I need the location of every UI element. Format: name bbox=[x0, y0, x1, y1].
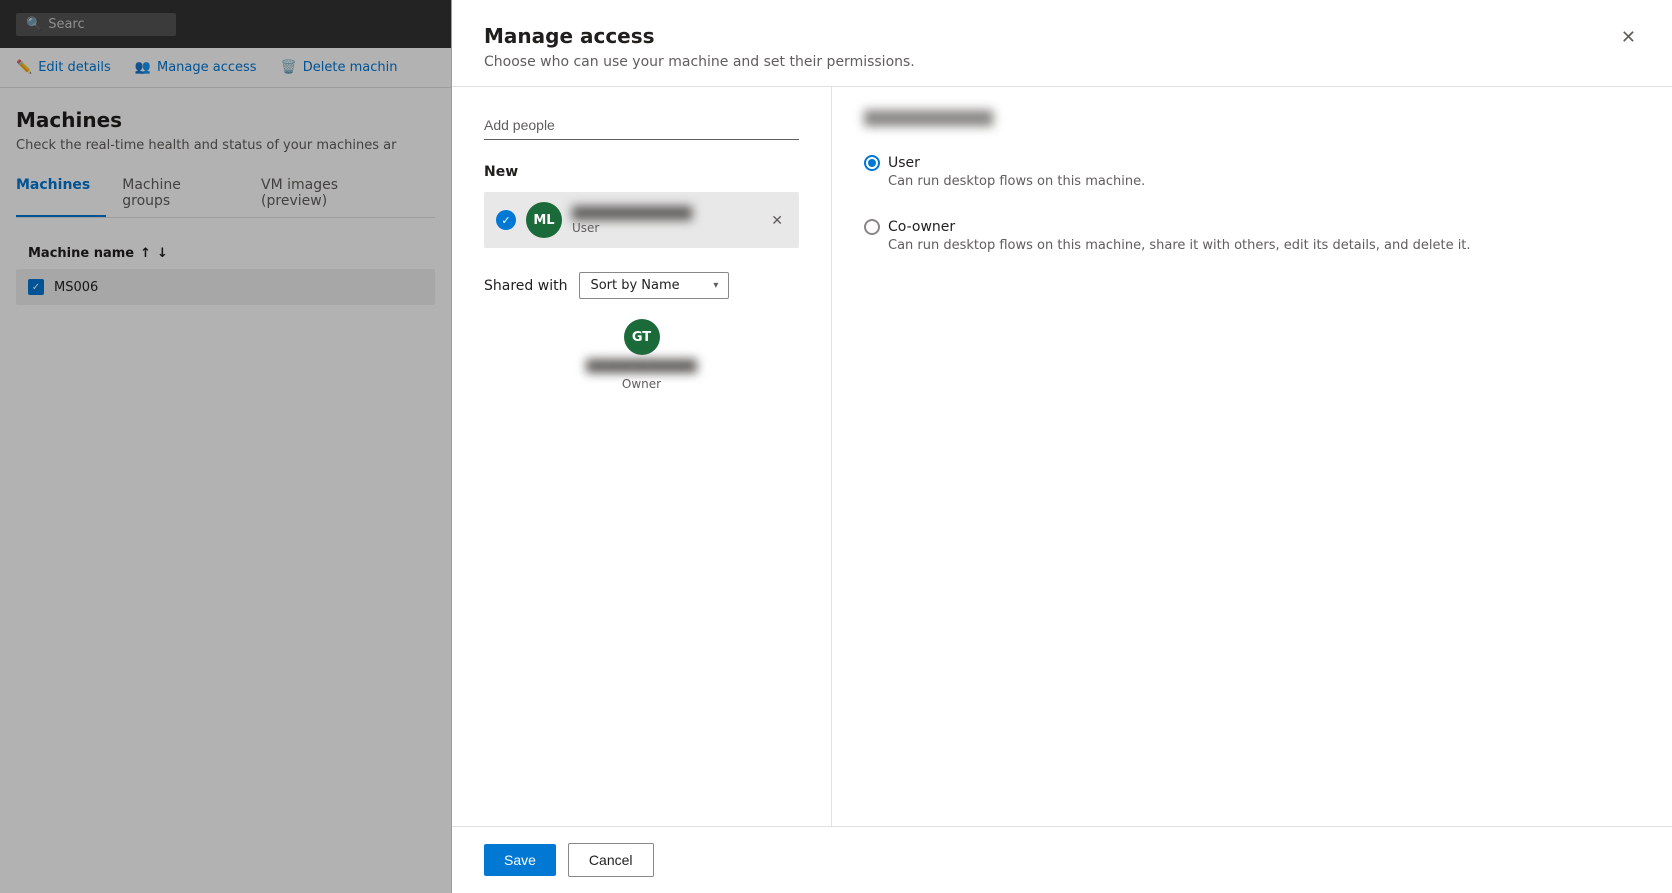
sort-by-dropdown[interactable]: Sort by Name ▾ bbox=[579, 272, 729, 299]
user-email: ████████████ bbox=[572, 206, 757, 221]
dialog-title-group: Manage access Choose who can use your ma… bbox=[484, 24, 915, 70]
dialog-subtitle: Choose who can use your machine and set … bbox=[484, 54, 915, 70]
remove-user-button[interactable]: ✕ bbox=[767, 211, 787, 229]
new-user-list: ✓ ML ████████████ User ✕ bbox=[484, 192, 799, 248]
save-button[interactable]: Save bbox=[484, 844, 556, 876]
user-permission-option: User Can run desktop flows on this machi… bbox=[864, 155, 1640, 191]
dialog-footer: Save Cancel bbox=[452, 826, 1672, 893]
user-radio-button[interactable] bbox=[864, 155, 880, 171]
shared-user-item: GT ████████████ Owner bbox=[484, 311, 799, 399]
user-role: User bbox=[572, 221, 757, 235]
sort-dropdown-text: Sort by Name bbox=[590, 278, 705, 293]
shared-with-section: Shared with Sort by Name ▾ GT ██████████… bbox=[484, 272, 799, 399]
dialog-title: Manage access bbox=[484, 24, 915, 48]
coowner-radio-button[interactable] bbox=[864, 219, 880, 235]
chevron-down-icon: ▾ bbox=[713, 280, 718, 291]
shared-with-header: Shared with Sort by Name ▾ bbox=[484, 272, 799, 299]
user-radio-label: User bbox=[888, 155, 920, 171]
manage-access-dialog: Manage access Choose who can use your ma… bbox=[452, 0, 1672, 893]
coowner-radio-row[interactable]: Co-owner bbox=[864, 219, 1640, 235]
selected-check-icon: ✓ bbox=[496, 210, 516, 230]
close-button[interactable]: ✕ bbox=[1617, 24, 1640, 50]
new-section-label: New bbox=[484, 164, 799, 180]
user-avatar-gt: GT bbox=[624, 319, 660, 355]
right-panel: ████████████ User Can run desktop flows … bbox=[832, 87, 1672, 826]
shared-user-role: Owner bbox=[622, 377, 661, 391]
user-permission-desc: Can run desktop flows on this machine. bbox=[864, 173, 1640, 191]
add-people-input[interactable] bbox=[484, 111, 799, 140]
shared-user-name: ████████████ bbox=[586, 359, 697, 373]
cancel-button[interactable]: Cancel bbox=[568, 843, 654, 877]
user-info: ████████████ User bbox=[572, 206, 757, 235]
shared-with-label: Shared with bbox=[484, 278, 567, 294]
coowner-radio-label: Co-owner bbox=[888, 219, 955, 235]
new-user-item[interactable]: ✓ ML ████████████ User ✕ bbox=[484, 192, 799, 248]
coowner-permission-option: Co-owner Can run desktop flows on this m… bbox=[864, 219, 1640, 255]
selected-user-display-name: ████████████ bbox=[864, 111, 1640, 127]
user-radio-row[interactable]: User bbox=[864, 155, 1640, 171]
coowner-permission-desc: Can run desktop flows on this machine, s… bbox=[864, 237, 1640, 255]
dialog-header: Manage access Choose who can use your ma… bbox=[452, 0, 1672, 87]
add-people-section bbox=[484, 111, 799, 140]
left-panel: New ✓ ML ████████████ User ✕ Shared with bbox=[452, 87, 832, 826]
dialog-body: New ✓ ML ████████████ User ✕ Shared with bbox=[452, 87, 1672, 826]
user-avatar-ml: ML bbox=[526, 202, 562, 238]
